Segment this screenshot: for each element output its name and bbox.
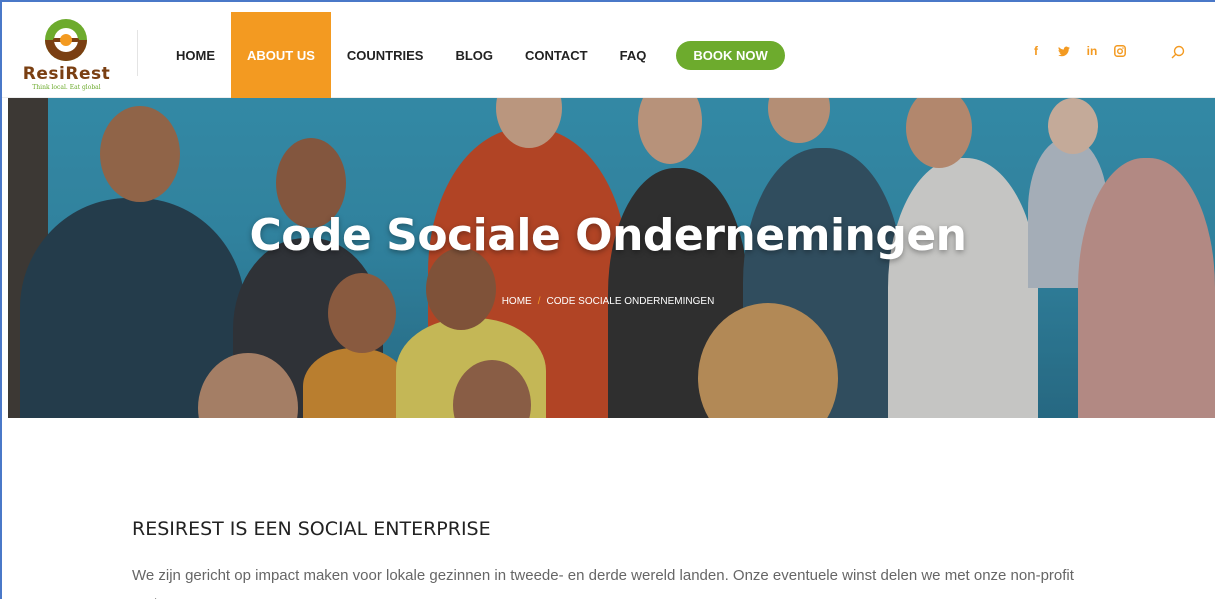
hero-banner: Code Sociale Ondernemingen HOME / CODE SOC…: [8, 98, 1215, 418]
breadcrumb: HOME / CODE SOCIALE ONDERNEMINGEN: [8, 296, 1208, 307]
nav-countries[interactable]: COUNTRIES: [331, 12, 440, 98]
social-links: f in: [1030, 44, 1126, 58]
site-header: ResiRest Think local. Eat global HOME AB…: [0, 0, 1215, 98]
section-paragraph: We zijn gericht op impact maken voor lok…: [132, 567, 1074, 599]
section-heading: RESIREST IS EEN SOCIAL ENTERPRISE: [132, 518, 491, 540]
header-divider: [137, 30, 138, 76]
page-title: Code Sociale Ondernemingen: [249, 210, 967, 261]
instagram-icon[interactable]: [1114, 44, 1126, 58]
nav-home[interactable]: HOME: [160, 12, 231, 98]
site-logo[interactable]: ResiRest Think local. Eat global: [14, 12, 119, 94]
breadcrumb-home[interactable]: HOME: [502, 296, 532, 307]
nav-blog[interactable]: BLOG: [439, 12, 509, 98]
logo-wordmark: ResiRest: [22, 64, 111, 84]
nav-about-us[interactable]: ABOUT US: [231, 12, 331, 98]
book-now-button[interactable]: BOOK NOW: [676, 40, 785, 70]
facebook-icon[interactable]: f: [1030, 44, 1042, 58]
logo-plate-icon: [45, 19, 87, 61]
search-icon[interactable]: [1170, 44, 1186, 60]
nav-faq[interactable]: FAQ: [604, 12, 663, 98]
breadcrumb-current: CODE SOCIALE ONDERNEMINGEN: [546, 296, 715, 307]
linkedin-icon[interactable]: in: [1086, 44, 1098, 58]
main-nav: HOME ABOUT US COUNTRIES BLOG CONTACT FAQ…: [160, 12, 785, 98]
twitter-icon[interactable]: [1058, 44, 1070, 58]
logo-tagline: Think local. Eat global: [32, 84, 101, 91]
nav-contact[interactable]: CONTACT: [509, 12, 604, 98]
breadcrumb-separator: /: [537, 296, 541, 307]
